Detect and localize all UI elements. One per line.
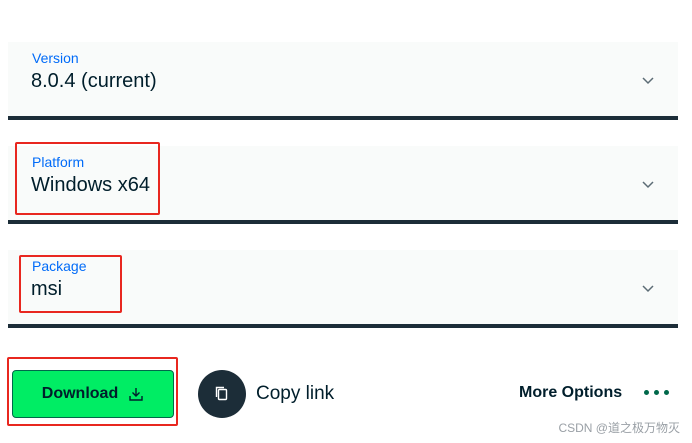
package-select[interactable]: Package msi — [8, 250, 678, 328]
platform-label: Platform — [32, 154, 85, 170]
package-label: Package — [32, 258, 87, 274]
download-icon — [129, 388, 143, 401]
platform-value: Windows x64 — [31, 174, 150, 196]
copy-link-button[interactable]: Copy link — [198, 370, 334, 418]
watermark-text: CSDN @道之极万物灭 — [558, 421, 680, 435]
download-label: Download — [41, 385, 119, 402]
more-options-link[interactable]: More Options — [519, 384, 622, 402]
package-value: msi — [31, 278, 63, 300]
chevron-down-icon — [642, 285, 654, 293]
download-button[interactable]: Download — [12, 370, 174, 418]
version-value: 8.0.4 (current) — [31, 70, 157, 92]
copy-link-label: Copy link — [256, 383, 335, 404]
version-label: Version — [32, 50, 79, 66]
chevron-down-icon — [642, 181, 654, 189]
copy-icon — [215, 386, 228, 401]
chevron-down-icon — [642, 77, 654, 85]
copy-icon-circle — [198, 370, 246, 418]
more-dots-icon[interactable] — [644, 390, 669, 395]
version-select[interactable]: Version 8.0.4 (current) — [8, 42, 678, 120]
platform-select[interactable]: Platform Windows x64 — [8, 146, 678, 224]
